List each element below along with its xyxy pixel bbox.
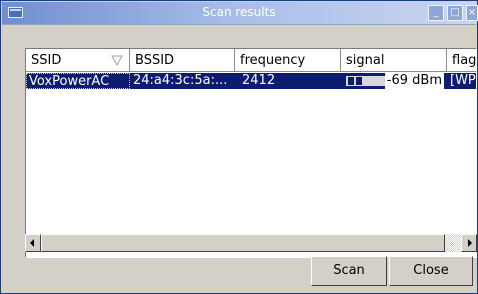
- column-header-flags[interactable]: flag: [447, 49, 477, 72]
- maximize-button[interactable]: □: [447, 5, 463, 21]
- horizontal-scrollbar[interactable]: [25, 234, 477, 252]
- column-header-ssid[interactable]: SSID: [26, 49, 130, 72]
- scrollbar-thumb[interactable]: [41, 234, 445, 252]
- column-header-signal[interactable]: signal: [341, 49, 447, 72]
- minimize-button[interactable]: _: [428, 5, 444, 21]
- cell-frequency: 2412: [242, 73, 276, 88]
- scan-button[interactable]: Scan: [311, 256, 387, 286]
- title-bar[interactable]: Scan results _ □ ×: [2, 2, 478, 25]
- window-title: Scan results: [202, 5, 276, 19]
- cell-bssid: 24:a4:3c:5a:...: [133, 73, 228, 88]
- signal-strength-bar: [346, 76, 388, 86]
- column-header-bssid[interactable]: BSSID: [130, 49, 235, 72]
- scrollbar-track[interactable]: [445, 234, 461, 252]
- signal-strength-text: -69 dBm: [384, 73, 444, 89]
- table-header: SSID BSSID frequency signal flag: [26, 49, 477, 72]
- close-window-button[interactable]: ×: [466, 5, 478, 21]
- sort-descending-icon: [111, 55, 123, 66]
- column-header-label: SSID: [31, 53, 62, 68]
- signal-bar-segment: [348, 77, 354, 85]
- column-header-label: signal: [346, 53, 385, 68]
- cell-flags: [WP: [450, 73, 476, 88]
- close-button[interactable]: Close: [389, 256, 473, 286]
- scan-results-table[interactable]: SSID BSSID frequency signal flag VoxPowe…: [25, 48, 477, 258]
- scan-results-window: Scan results _ □ × SSID BSSID frequency …: [0, 0, 478, 294]
- table-row[interactable]: VoxPowerAC 24:a4:3c:5a:... 2412 -69 dBm …: [26, 73, 476, 89]
- arrow-right-icon: [468, 239, 472, 247]
- column-header-label: BSSID: [135, 53, 175, 68]
- column-header-label: flag: [452, 53, 477, 68]
- column-header-label: frequency: [240, 53, 306, 68]
- cell-ssid: VoxPowerAC: [26, 73, 130, 89]
- signal-bar-segment: [356, 77, 362, 85]
- column-header-frequency[interactable]: frequency: [235, 49, 341, 72]
- scroll-right-button[interactable]: [461, 234, 477, 252]
- cell-signal: -69 dBm: [341, 73, 447, 89]
- arrow-left-icon: [30, 239, 34, 247]
- scroll-left-button[interactable]: [25, 234, 41, 252]
